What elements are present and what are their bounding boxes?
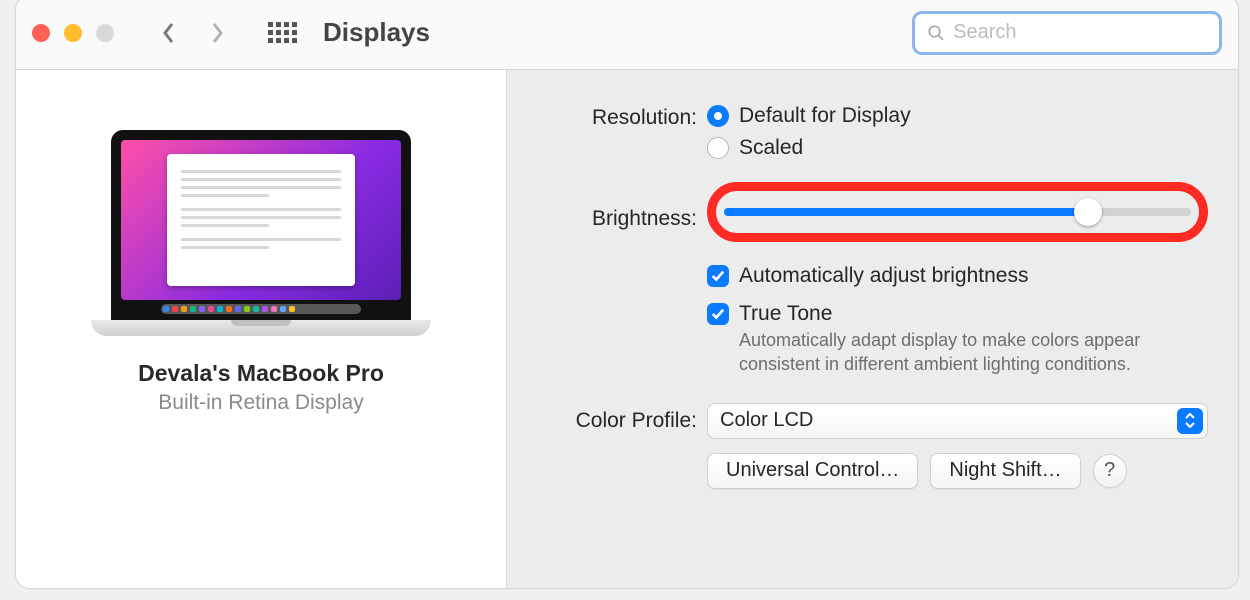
device-thumbnail [91,130,431,336]
true-tone-label: True Tone [739,302,832,326]
radio-selected-icon [707,105,729,127]
show-all-prefs-button[interactable] [268,22,297,43]
window-controls [32,24,114,42]
toolbar: Displays [16,0,1238,70]
pane-title: Displays [323,17,430,48]
checkbox-checked-icon [707,303,729,325]
settings-panel: Resolution: Default for Display Scaled B… [506,70,1238,588]
universal-control-button[interactable]: Universal Control… [707,453,918,489]
slider-fill [724,208,1088,216]
back-button[interactable] [154,15,184,51]
device-preview-panel: Devala's MacBook Pro Built-in Retina Dis… [16,70,506,588]
auto-brightness-checkbox[interactable]: Automatically adjust brightness [707,264,1208,288]
brightness-label: Brightness: [517,193,707,231]
resolution-default-label: Default for Display [739,104,911,128]
search-field[interactable] [912,11,1222,55]
color-profile-label: Color Profile: [517,403,707,433]
help-button[interactable]: ? [1093,454,1127,488]
close-window-button[interactable] [32,24,50,42]
color-profile-value: Color LCD [720,409,813,432]
search-input[interactable] [953,21,1207,44]
forward-button[interactable] [202,15,232,51]
resolution-default-option[interactable]: Default for Display [707,104,1208,128]
zoom-window-button[interactable] [96,24,114,42]
auto-brightness-label: Automatically adjust brightness [739,264,1028,288]
night-shift-button[interactable]: Night Shift… [930,453,1080,489]
checkbox-checked-icon [707,265,729,287]
device-name: Devala's MacBook Pro [138,360,384,387]
brightness-slider[interactable] [724,208,1191,216]
brightness-highlight-annotation [707,182,1208,242]
select-stepper-icon [1177,408,1203,434]
color-profile-select[interactable]: Color LCD [707,403,1208,439]
slider-thumb[interactable] [1074,198,1102,226]
true-tone-checkbox[interactable]: True Tone [707,302,1208,326]
resolution-scaled-option[interactable]: Scaled [707,136,1208,160]
content: Devala's MacBook Pro Built-in Retina Dis… [16,70,1238,588]
minimize-window-button[interactable] [64,24,82,42]
search-icon [927,23,945,43]
displays-prefpane-window: Displays [16,0,1238,588]
device-subtitle: Built-in Retina Display [158,391,363,415]
radio-unselected-icon [707,137,729,159]
resolution-scaled-label: Scaled [739,136,803,160]
resolution-label: Resolution: [517,104,707,130]
true-tone-hint: Automatically adapt display to make colo… [739,328,1159,377]
